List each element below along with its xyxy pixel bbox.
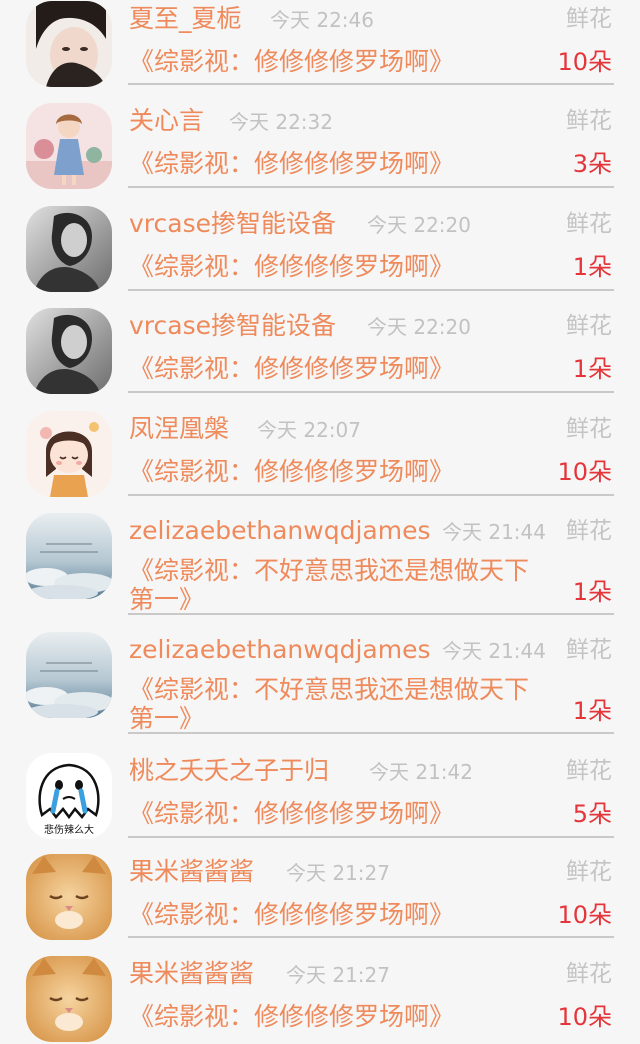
book-title[interactable]: 《综影视：修修修修罗场啊》 [129,148,454,180]
kitten-icon [26,956,112,1042]
gift-type: 鲜花 [566,758,612,784]
book-title[interactable]: 《综影视：修修修修罗场啊》 [129,46,454,78]
divider [128,186,614,188]
list-item[interactable]: zelizaebethanwqdjames 今天 21:44 鲜花 《综影视：不… [0,512,640,615]
gift-time: 今天 21:44 [442,520,546,544]
monochrome-portrait-icon [26,308,112,394]
gift-count: 10朵 [557,48,612,76]
avatar[interactable] [26,632,112,718]
gift-time: 今天 22:32 [229,110,333,134]
book-title[interactable]: 《综影视：修修修修罗场啊》 [129,798,454,830]
sender-name[interactable]: 夏至_夏栀 [129,3,242,35]
gift-type: 鲜花 [566,416,612,442]
avatar[interactable]: 悲伤辣么大 [26,753,112,839]
book-title[interactable]: 《综影视：修修修修罗场啊》 [129,456,454,488]
divider [128,83,614,85]
divider [128,613,614,615]
sender-name[interactable]: vrcase掺智能设备 [129,310,336,342]
sender-name[interactable]: 果米酱酱酱 [129,958,254,990]
divider [128,391,614,393]
portrait-icon [26,1,112,87]
book-title[interactable]: 《综影视：修修修修罗场啊》 [129,899,454,931]
list-item[interactable]: 悲伤辣么大 桃之夭夭之子于归 今天 21:42 鲜花 《综影视：修修修修罗场啊》… [0,752,640,840]
list-item[interactable]: 果米酱酱酱 今天 21:27 鲜花 《综影视：修修修修罗场啊》 10朵 [0,955,640,1044]
list-item[interactable]: 果米酱酱酱 今天 21:27 鲜花 《综影视：修修修修罗场啊》 10朵 [0,853,640,941]
gift-count: 1朵 [572,355,612,383]
avatar[interactable] [26,854,112,940]
gift-record-list: 夏至_夏栀 今天 22:46 鲜花 《综影视：修修修修罗场啊》 10朵 关心言 … [0,0,640,1044]
gift-type: 鲜花 [566,637,612,663]
gift-count: 1朵 [572,697,612,725]
gift-time: 今天 21:27 [286,963,390,987]
divider [128,494,614,496]
sender-name[interactable]: vrcase掺智能设备 [129,208,336,240]
book-title[interactable]: 《综影视：修修修修罗场啊》 [129,353,454,385]
gift-type: 鲜花 [566,211,612,237]
kitten-icon [26,854,112,940]
sky-clouds-icon [26,513,112,599]
gift-count: 3朵 [572,150,612,178]
sender-name[interactable]: 凤涅凰槃 [129,413,229,445]
gift-type: 鲜花 [566,859,612,885]
cartoon-girl-icon [26,411,112,497]
gift-type: 鲜花 [566,6,612,32]
gift-time: 今天 22:46 [270,8,374,32]
sky-clouds-icon [26,632,112,718]
avatar[interactable] [26,411,112,497]
gift-type: 鲜花 [566,313,612,339]
gift-count: 1朵 [572,253,612,281]
gift-count: 10朵 [557,1003,612,1031]
avatar[interactable] [26,513,112,599]
illustrated-girl-icon [26,103,112,189]
sender-name[interactable]: zelizaebethanwqdjames [129,515,431,547]
book-title[interactable]: 《综影视：修修修修罗场啊》 [129,251,454,283]
divider [128,289,614,291]
gift-time: 今天 22:20 [367,213,471,237]
sender-name[interactable]: 关心言 [129,105,204,137]
gift-time: 今天 22:20 [367,315,471,339]
book-title[interactable]: 《综影视：不好意思我还是想做天下第一》 [129,556,549,614]
gift-time: 今天 21:27 [286,861,390,885]
book-title[interactable]: 《综影视：不好意思我还是想做天下第一》 [129,675,549,733]
gift-count: 10朵 [557,901,612,929]
book-title[interactable]: 《综影视：修修修修罗场啊》 [129,1001,454,1033]
avatar[interactable] [26,206,112,292]
gift-type: 鲜花 [566,518,612,544]
gift-type: 鲜花 [566,108,612,134]
avatar[interactable] [26,1,112,87]
avatar-caption: 悲伤辣么大 [44,823,94,836]
list-item[interactable]: 关心言 今天 22:32 鲜花 《综影视：修修修修罗场啊》 3朵 [0,102,640,190]
avatar[interactable] [26,956,112,1042]
list-item[interactable]: 凤涅凰槃 今天 22:07 鲜花 《综影视：修修修修罗场啊》 10朵 [0,410,640,498]
gift-time: 今天 21:42 [369,760,473,784]
gift-count: 10朵 [557,458,612,486]
gift-time: 今天 22:07 [257,418,361,442]
list-item[interactable]: vrcase掺智能设备 今天 22:20 鲜花 《综影视：修修修修罗场啊》 1朵 [0,205,640,293]
gift-count: 5朵 [572,800,612,828]
gift-time: 今天 21:44 [442,639,546,663]
list-item[interactable]: vrcase掺智能设备 今天 22:20 鲜花 《综影视：修修修修罗场啊》 1朵 [0,307,640,395]
divider [128,936,614,938]
divider [128,836,614,838]
sender-name[interactable]: zelizaebethanwqdjames [129,634,431,666]
avatar[interactable] [26,103,112,189]
avatar[interactable] [26,308,112,394]
list-item[interactable]: 夏至_夏栀 今天 22:46 鲜花 《综影视：修修修修罗场啊》 10朵 [0,0,640,88]
sender-name[interactable]: 果米酱酱酱 [129,856,254,888]
monochrome-portrait-icon [26,206,112,292]
divider [128,732,614,734]
gift-type: 鲜花 [566,961,612,987]
gift-count: 1朵 [572,578,612,606]
sender-name[interactable]: 桃之夭夭之子于归 [129,755,329,787]
crying-ghost-icon: 悲伤辣么大 [26,753,112,839]
list-item[interactable]: zelizaebethanwqdjames 今天 21:44 鲜花 《综影视：不… [0,631,640,734]
